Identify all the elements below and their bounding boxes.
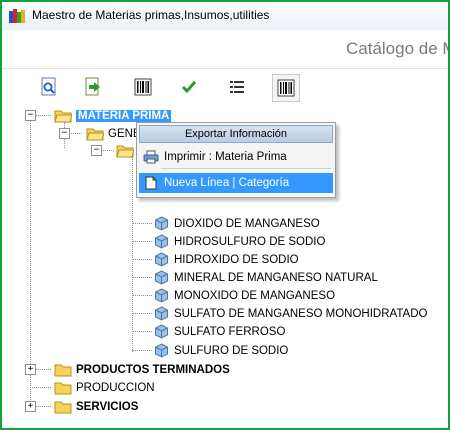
- cube-item-icon: [155, 270, 168, 285]
- tree-connector: [132, 259, 152, 260]
- list-icon: [230, 81, 244, 93]
- tree-leaf-item[interactable]: MINERAL DE MANGANESO NATURAL: [154, 269, 378, 286]
- tree-connector: [132, 295, 152, 296]
- tree-node-general[interactable]: GENE: [86, 125, 141, 142]
- tree-node-label: SULFATO FERROSO: [174, 325, 286, 338]
- export-arrow-icon: [85, 77, 100, 96]
- tree-connector: [35, 369, 51, 370]
- tree-connector: [132, 313, 152, 314]
- barcode-icon: [277, 79, 295, 97]
- collapse-toggle[interactable]: −: [91, 145, 102, 156]
- context-menu-header[interactable]: Exportar Información: [139, 125, 333, 143]
- header-strip: Catálogo de M: [2, 30, 448, 69]
- catalog-title: Catálogo de M: [346, 39, 450, 58]
- barcode-icon: [134, 78, 152, 96]
- tree-node-label: SULFATO DE MANGANESO MONOHIDRATADO: [174, 307, 428, 320]
- barcode-print-button[interactable]: [272, 74, 300, 102]
- cube-item-icon: [155, 252, 168, 267]
- folder-icon: [54, 382, 72, 394]
- tree-connector: [35, 115, 51, 116]
- folder-icon: [54, 401, 72, 413]
- tree-node-label: PRODUCTOS TERMINADOS: [76, 363, 230, 376]
- new-document-icon: [142, 175, 160, 191]
- folder-icon: [54, 364, 72, 376]
- tree-connector: [132, 331, 152, 332]
- app-window: Maestro de Materias primas,Insumos,utili…: [0, 0, 450, 430]
- tree-connector: [132, 157, 133, 352]
- tree-node-label: SERVICIOS: [76, 400, 139, 413]
- collapse-toggle[interactable]: −: [59, 128, 70, 139]
- search-document-button[interactable]: [36, 74, 62, 100]
- tree-connector: [132, 241, 152, 242]
- tree-connector: [132, 223, 152, 224]
- tree-node-produccion[interactable]: PRODUCCION: [54, 379, 155, 396]
- tree-leaf-item[interactable]: SULFATO DE MANGANESO MONOHIDRATADO: [154, 305, 427, 322]
- title-bar[interactable]: Maestro de Materias primas,Insumos,utili…: [2, 2, 448, 30]
- tree-node-productos-terminados[interactable]: PRODUCTOS TERMINADOS: [54, 361, 230, 378]
- toolbar: [2, 72, 448, 102]
- new-line-menu-item[interactable]: Nueva Línea | Categoría: [139, 173, 333, 193]
- cube-item-icon: [155, 343, 168, 358]
- tree-connector: [132, 277, 152, 278]
- tree-node-label: PRODUCCION: [76, 381, 155, 394]
- new-line-menu-label: Nueva Línea | Categoría: [164, 177, 290, 189]
- tree-node-label: MATERIA PRIMA: [76, 109, 172, 122]
- barcode-button[interactable]: [130, 74, 156, 100]
- window-title: Maestro de Materias primas,Insumos,utili…: [32, 8, 270, 22]
- context-menu: Exportar Información Imprimir : Materia …: [136, 122, 336, 198]
- books-app-icon: [9, 9, 25, 23]
- list-button[interactable]: [224, 74, 250, 100]
- search-doc-icon: [41, 77, 56, 96]
- tree-node-label: HIDROXIDO DE SODIO: [174, 253, 299, 266]
- tree-connector: [68, 133, 82, 134]
- tree-node-label: HIDROSULFURO DE SODIO: [174, 235, 326, 248]
- collapse-toggle[interactable]: −: [25, 110, 36, 121]
- tree-connector: [30, 387, 51, 388]
- tree-node-label: MINERAL DE MANGANESO NATURAL: [174, 271, 378, 284]
- tree-connector: [35, 406, 51, 407]
- tree-connector: [30, 116, 31, 406]
- cube-item-icon: [155, 216, 168, 231]
- tree-leaf-item[interactable]: DIOXIDO DE MANGANESO: [154, 215, 320, 232]
- expand-toggle[interactable]: +: [25, 401, 36, 412]
- tree-node-label: SULFURO DE SODIO: [174, 344, 289, 357]
- tree-connector: [100, 150, 114, 151]
- cube-item-icon: [155, 288, 168, 303]
- open-folder-icon: [54, 110, 72, 122]
- print-menu-item[interactable]: Imprimir : Materia Prima: [139, 147, 333, 167]
- menu-separator: [161, 168, 331, 169]
- printer-icon: [142, 149, 160, 165]
- checkmark-icon: [181, 81, 197, 94]
- tree-leaf-item[interactable]: HIDROSULFURO DE SODIO: [154, 233, 325, 250]
- tree-node-label: DIOXIDO DE MANGANESO: [174, 217, 320, 230]
- print-menu-label: Imprimir : Materia Prima: [164, 151, 287, 163]
- export-button[interactable]: [80, 74, 106, 100]
- open-folder-icon: [86, 128, 104, 140]
- tree-leaf-item[interactable]: SULFURO DE SODIO: [154, 342, 288, 359]
- tree-node-label: MONOXIDO DE MANGANESO: [174, 289, 336, 302]
- open-folder-icon: [116, 145, 134, 157]
- tree-leaf-item[interactable]: HIDROXIDO DE SODIO: [154, 251, 299, 268]
- tree-connector: [132, 350, 152, 351]
- cube-item-icon: [155, 306, 168, 321]
- confirm-button[interactable]: [176, 74, 202, 100]
- cube-item-icon: [155, 234, 168, 249]
- cube-item-icon: [155, 324, 168, 339]
- tree-node-subcategory[interactable]: [116, 142, 138, 159]
- tree-leaf-item[interactable]: SULFATO FERROSO: [154, 323, 285, 340]
- expand-toggle[interactable]: +: [25, 364, 36, 375]
- tree-node-servicios[interactable]: SERVICIOS: [54, 398, 138, 415]
- tree-leaf-item[interactable]: MONOXIDO DE MANGANESO: [154, 287, 335, 304]
